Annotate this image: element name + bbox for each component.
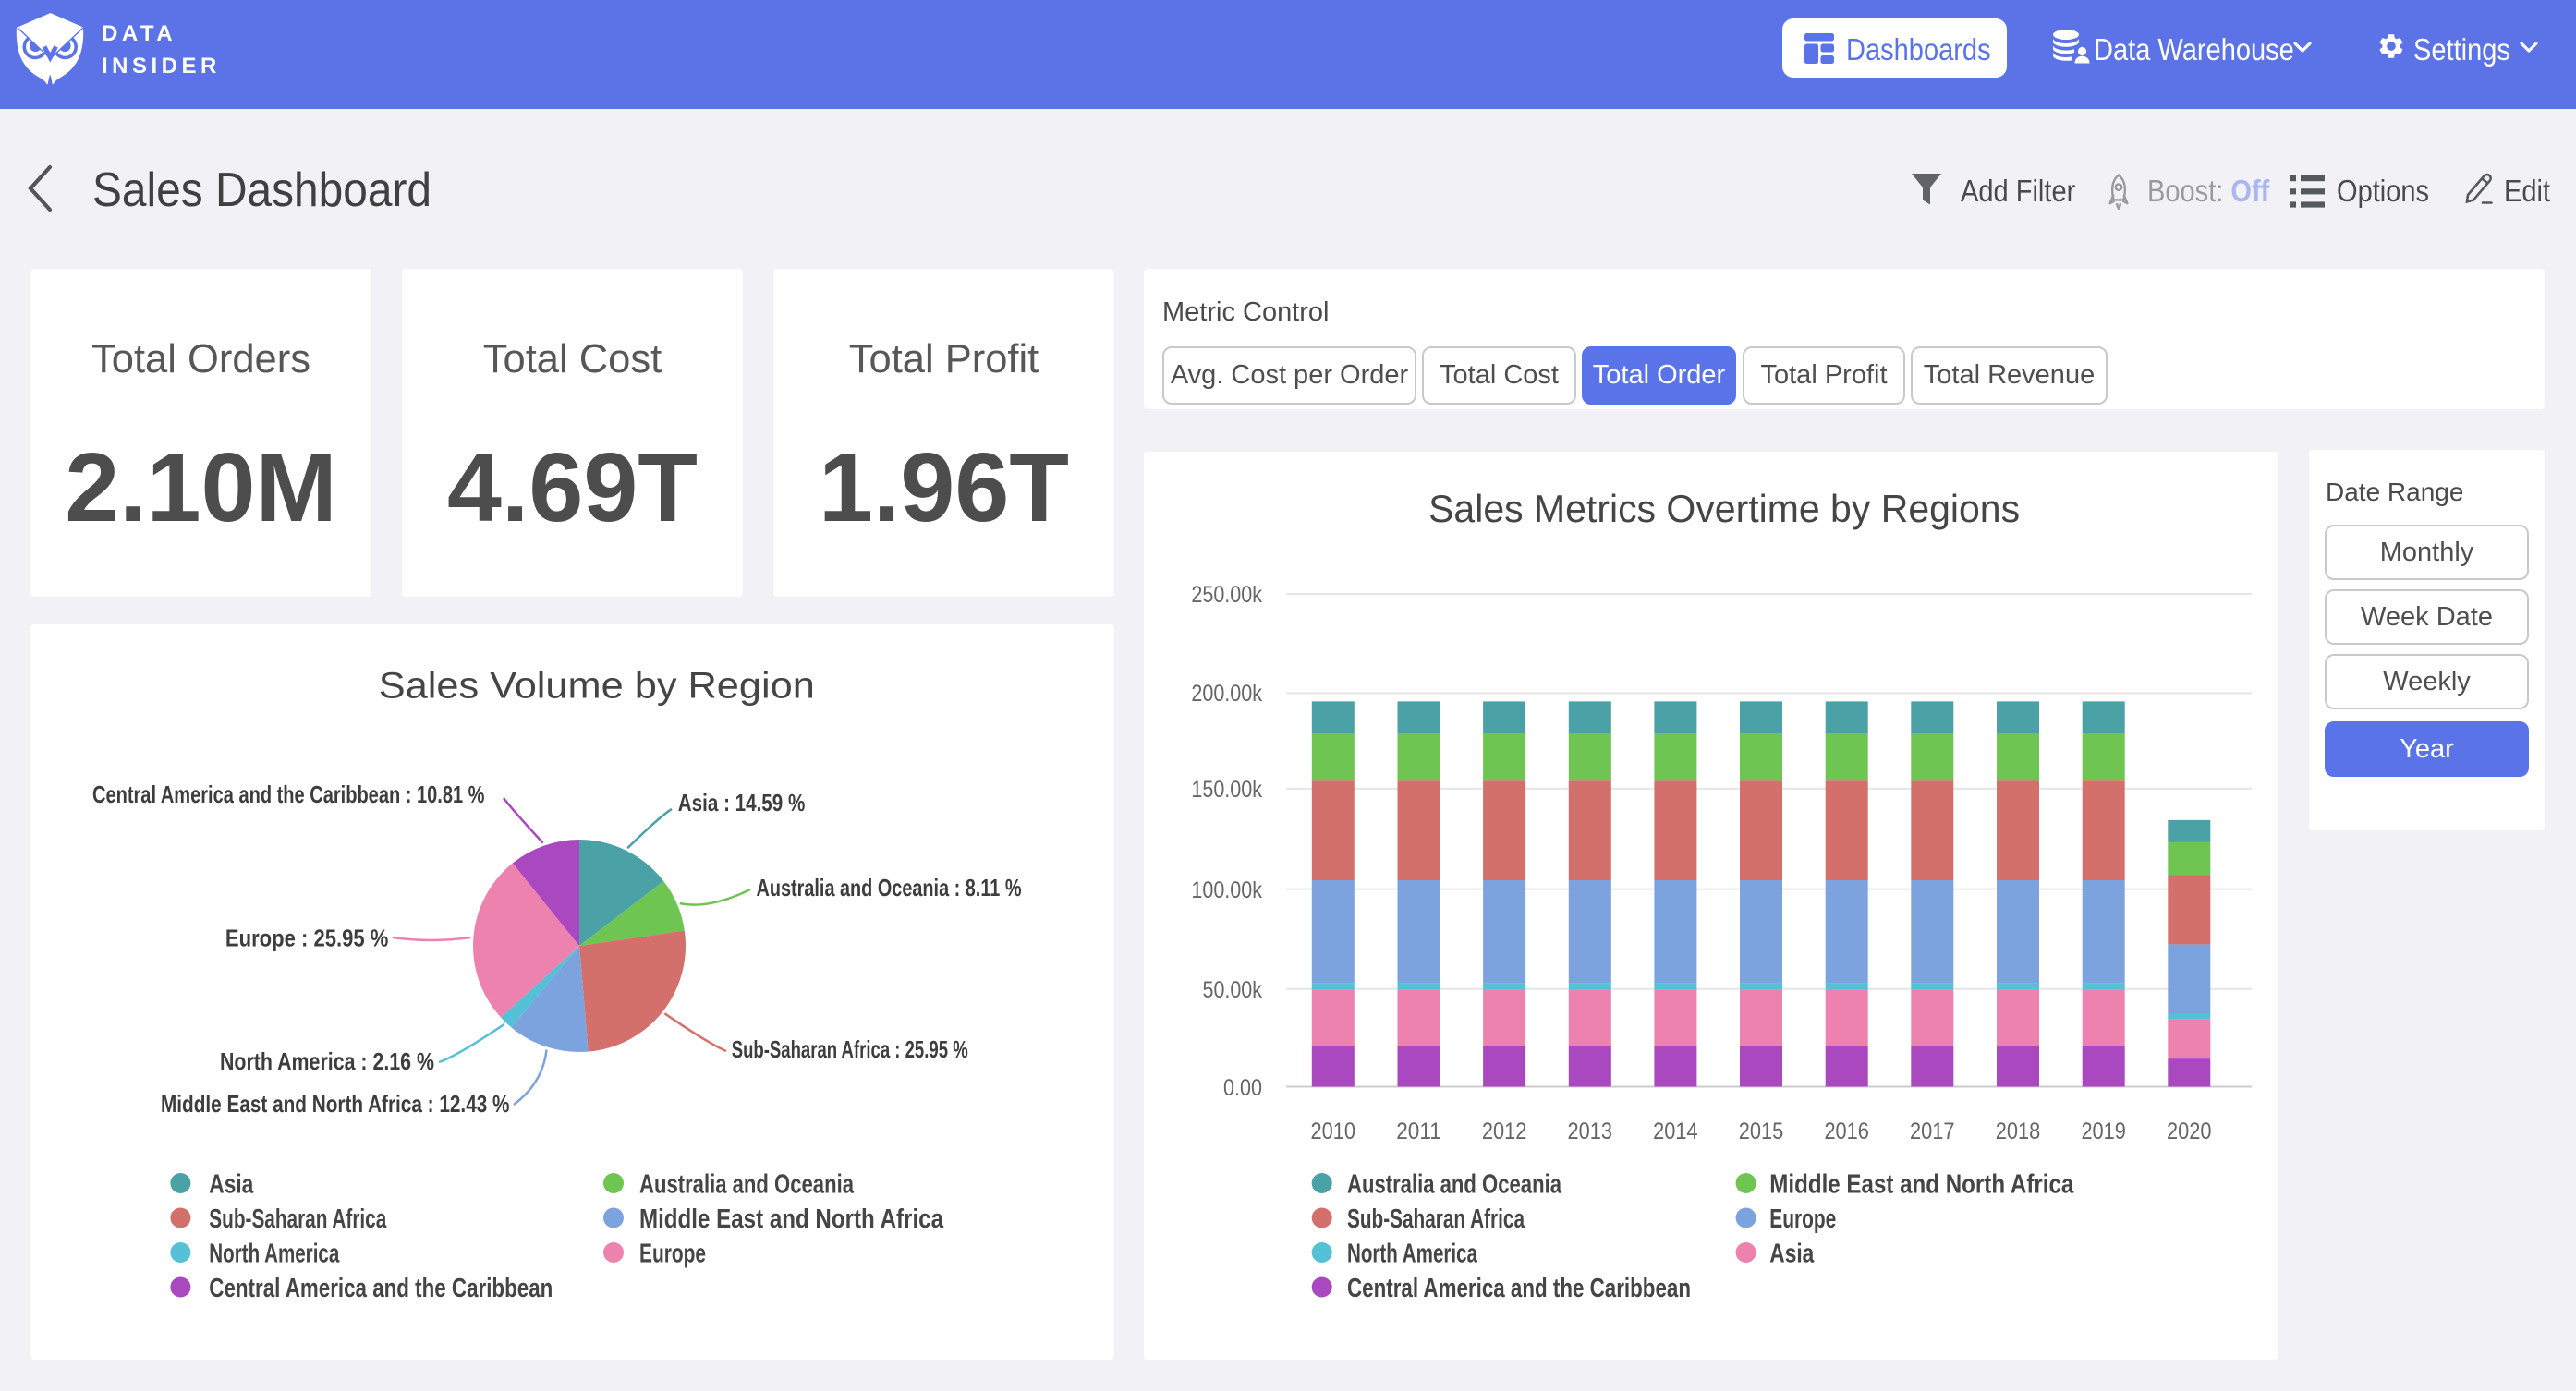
svg-text:2010: 2010: [1311, 1119, 1356, 1144]
svg-text:Sub-Saharan Africa : 25.95 %: Sub-Saharan Africa : 25.95 %: [732, 1035, 968, 1063]
svg-text:Europe: Europe: [639, 1240, 706, 1269]
svg-text:Europe : 25.95 %: Europe : 25.95 %: [225, 924, 389, 951]
svg-text:2011: 2011: [1396, 1119, 1441, 1144]
svg-text:Australia and Oceania : 8.11 %: Australia and Oceania : 8.11 %: [757, 874, 1022, 901]
svg-text:250.00k: 250.00k: [1191, 582, 1262, 608]
svg-text:North America: North America: [209, 1240, 340, 1269]
svg-text:Sub-Saharan Africa: Sub-Saharan Africa: [209, 1204, 387, 1234]
svg-text:2017: 2017: [1910, 1119, 1955, 1144]
svg-text:Asia: Asia: [1769, 1240, 1815, 1269]
svg-text:Australia and Oceania: Australia and Oceania: [1347, 1170, 1562, 1200]
svg-text:Asia: Asia: [209, 1170, 254, 1200]
svg-text:0.00: 0.00: [1223, 1075, 1262, 1101]
svg-text:Europe: Europe: [1769, 1204, 1836, 1234]
svg-text:2014: 2014: [1653, 1119, 1698, 1144]
svg-text:2013: 2013: [1568, 1119, 1613, 1144]
svg-text:100.00k: 100.00k: [1191, 877, 1262, 903]
svg-text:Sales Volume by Region: Sales Volume by Region: [379, 666, 815, 707]
svg-text:Middle East and North Africa :: Middle East and North Africa : 12.43 %: [161, 1090, 510, 1118]
svg-text:Asia : 14.59 %: Asia : 14.59 %: [678, 789, 806, 816]
svg-text:2018: 2018: [1996, 1119, 2041, 1144]
svg-text:Middle East and North Africa: Middle East and North Africa: [1769, 1170, 2074, 1200]
svg-text:Central America and the Caribb: Central America and the Caribbean: [209, 1274, 553, 1303]
svg-text:Sales Metrics Overtime by Regi: Sales Metrics Overtime by Regions: [1428, 487, 2020, 530]
svg-text:200.00k: 200.00k: [1191, 681, 1262, 707]
svg-text:Sub-Saharan Africa: Sub-Saharan Africa: [1347, 1204, 1525, 1234]
svg-text:50.00k: 50.00k: [1203, 977, 1263, 1003]
svg-text:2016: 2016: [1824, 1119, 1869, 1144]
svg-text:2015: 2015: [1739, 1119, 1784, 1144]
svg-text:2020: 2020: [2167, 1119, 2212, 1144]
svg-text:2012: 2012: [1482, 1119, 1527, 1144]
svg-text:Australia and Oceania: Australia and Oceania: [639, 1170, 855, 1200]
svg-text:150.00k: 150.00k: [1191, 777, 1262, 803]
svg-text:Central America and the Caribb: Central America and the Caribbean: [1347, 1274, 1691, 1303]
svg-text:Middle East and North Africa: Middle East and North Africa: [639, 1204, 944, 1234]
svg-text:North America: North America: [1347, 1240, 1478, 1269]
svg-text:Central America and the Caribb: Central America and the Caribbean : 10.8…: [92, 780, 485, 808]
svg-text:North America : 2.16 %: North America : 2.16 %: [220, 1047, 434, 1075]
svg-text:2019: 2019: [2081, 1119, 2126, 1144]
